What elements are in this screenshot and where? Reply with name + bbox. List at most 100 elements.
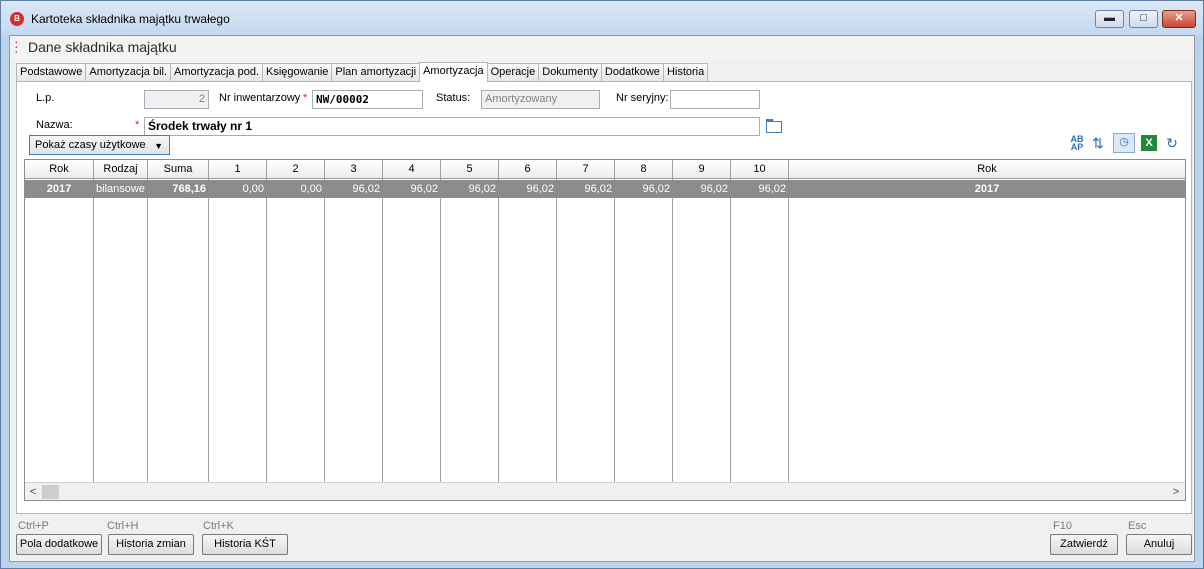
column-divider bbox=[382, 160, 383, 482]
column-header[interactable]: 3 bbox=[325, 160, 382, 179]
scroll-thumb[interactable] bbox=[42, 485, 59, 499]
column-divider bbox=[672, 160, 673, 482]
spellcheck-icon[interactable]: AB AP bbox=[1069, 135, 1085, 152]
column-header[interactable]: 1 bbox=[209, 160, 266, 179]
anuluj-button[interactable]: Anuluj bbox=[1126, 534, 1192, 555]
amortization-grid: Rok Rodzaj Suma 1 2 3 4 5 6 7 8 9 10 Rok bbox=[24, 159, 1186, 501]
cell-month-9: 96,02 bbox=[700, 183, 728, 195]
close-button[interactable]: ✕ bbox=[1162, 10, 1196, 28]
cell-rok-right: 2017 bbox=[974, 183, 1000, 195]
column-header[interactable]: Rok bbox=[789, 160, 1185, 179]
tab-operacje[interactable]: Operacje bbox=[486, 63, 540, 81]
column-divider bbox=[324, 160, 325, 482]
sort-icon[interactable]: ⇅ bbox=[1090, 135, 1106, 151]
drag-handle-icon: · · · bbox=[14, 33, 19, 59]
section-header: · · · Dane składnika majątku bbox=[10, 33, 1194, 60]
cell-month-10: 96,02 bbox=[758, 183, 786, 195]
refresh-icon[interactable]: ↻ bbox=[1164, 135, 1180, 151]
shortcut-hint: Ctrl+P bbox=[18, 520, 49, 532]
chevron-down-icon: ▼ bbox=[154, 141, 163, 151]
section-title: Dane składnika majątku bbox=[28, 39, 177, 55]
cell-month-4: 96,02 bbox=[410, 183, 438, 195]
maximize-button[interactable]: □ bbox=[1129, 10, 1158, 28]
cell-month-5: 96,02 bbox=[468, 183, 496, 195]
cell-suma: 768,16 bbox=[172, 183, 206, 195]
shortcut-hint: Ctrl+K bbox=[203, 520, 234, 532]
tab-strip: Podstawowe Amortyzacja bil. Amortyzacja … bbox=[16, 62, 709, 82]
column-divider bbox=[498, 160, 499, 482]
column-divider bbox=[556, 160, 557, 482]
nr-inwentarzowy-field[interactable]: NW/00002 bbox=[312, 90, 423, 109]
scroll-left-icon[interactable]: < bbox=[25, 483, 41, 500]
column-divider bbox=[788, 160, 789, 482]
column-header[interactable]: 5 bbox=[441, 160, 498, 179]
column-header[interactable]: Suma bbox=[148, 160, 208, 179]
status-field[interactable]: Amortyzowany bbox=[481, 90, 600, 109]
nazwa-field[interactable]: Środek trwały nr 1 bbox=[144, 117, 760, 136]
column-header[interactable]: 10 bbox=[731, 160, 788, 179]
tab-dokumenty[interactable]: Dokumenty bbox=[538, 63, 602, 81]
column-divider bbox=[93, 160, 94, 482]
nr-seryjny-field[interactable] bbox=[670, 90, 760, 109]
view-select[interactable]: Pokaż czasy użytkowe ▼ bbox=[29, 135, 170, 155]
table-row[interactable]: 2017 bilansowe 768,16 0,00 0,00 96,02 96… bbox=[25, 180, 1185, 198]
tab-historia[interactable]: Historia bbox=[662, 63, 709, 81]
required-marker: * bbox=[135, 119, 140, 131]
clock-icon[interactable]: ◷ bbox=[1113, 133, 1135, 153]
column-divider bbox=[614, 160, 615, 482]
nr-seryjny-label: Nr seryjny: bbox=[616, 92, 669, 104]
nr-inwentarzowy-label: Nr inwentarzowy bbox=[219, 92, 301, 104]
column-header[interactable]: Rok bbox=[25, 160, 93, 179]
scroll-right-icon[interactable]: > bbox=[1168, 483, 1184, 500]
window-title: Kartoteka składnika majątku trwałego bbox=[31, 12, 230, 26]
lp-field[interactable]: 2 bbox=[144, 90, 209, 109]
lp-label: L.p. bbox=[36, 92, 55, 104]
column-divider bbox=[208, 160, 209, 482]
horizontal-scrollbar[interactable]: < > bbox=[25, 482, 1185, 500]
column-divider bbox=[266, 160, 267, 482]
app-logo-icon: B bbox=[10, 12, 24, 26]
column-header[interactable]: Rodzaj bbox=[94, 160, 147, 179]
tab-amortyzacja[interactable]: Amortyzacja bbox=[419, 62, 488, 82]
cell-month-3: 96,02 bbox=[352, 183, 380, 195]
minimize-button[interactable]: ▬ bbox=[1095, 10, 1124, 28]
required-marker: * bbox=[303, 92, 308, 104]
cell-rok: 2017 bbox=[46, 183, 72, 195]
column-header[interactable]: 6 bbox=[499, 160, 556, 179]
column-header[interactable]: 9 bbox=[673, 160, 730, 179]
column-header[interactable]: 7 bbox=[557, 160, 614, 179]
cell-month-2: 0,00 bbox=[300, 183, 322, 195]
main-window: B Kartoteka składnika majątku trwałego ▬… bbox=[0, 0, 1204, 569]
close-icon: ✕ bbox=[1174, 12, 1184, 24]
shortcut-hint: Ctrl+H bbox=[107, 520, 139, 532]
cell-month-7: 96,02 bbox=[584, 183, 612, 195]
cell-rodzaj: bilansowe bbox=[96, 183, 145, 195]
tab-plan-amortyzacji[interactable]: Plan amortyzacji bbox=[331, 63, 421, 81]
column-divider bbox=[440, 160, 441, 482]
pola-dodatkowe-button[interactable]: Pola dodatkowe bbox=[16, 534, 102, 555]
tab-amortyzacja-pod[interactable]: Amortyzacja pod. bbox=[170, 63, 263, 81]
title-bar[interactable]: B Kartoteka składnika majątku trwałego ▬… bbox=[1, 1, 1203, 35]
grid-header: Rok Rodzaj Suma 1 2 3 4 5 6 7 8 9 10 Rok bbox=[25, 160, 1185, 179]
historia-zmian-button[interactable]: Historia zmian bbox=[108, 534, 194, 555]
zatwierdz-button[interactable]: Zatwierdź bbox=[1050, 534, 1118, 555]
column-header[interactable]: 8 bbox=[615, 160, 672, 179]
shortcut-hint: F10 bbox=[1053, 520, 1072, 532]
shortcut-hint: Esc bbox=[1128, 520, 1147, 532]
tab-ksiegowanie[interactable]: Księgowanie bbox=[262, 63, 333, 81]
column-divider bbox=[730, 160, 731, 482]
view-select-label: Pokaż czasy użytkowe bbox=[35, 139, 146, 151]
tab-amortyzacja-bil[interactable]: Amortyzacja bil. bbox=[85, 63, 172, 81]
column-header[interactable]: 2 bbox=[267, 160, 324, 179]
ap-text: AP bbox=[1070, 142, 1084, 152]
cell-month-1: 0,00 bbox=[242, 183, 264, 195]
folder-icon[interactable] bbox=[766, 119, 782, 133]
column-header[interactable]: 4 bbox=[383, 160, 440, 179]
historia-kst-button[interactable]: Historia KŚT bbox=[202, 534, 288, 555]
tab-dodatkowe[interactable]: Dodatkowe bbox=[600, 63, 664, 81]
tab-podstawowe[interactable]: Podstawowe bbox=[16, 63, 87, 81]
dialog-body: · · · Dane składnika majątku Podstawowe Am… bbox=[9, 33, 1195, 562]
status-label: Status: bbox=[436, 92, 471, 104]
column-divider bbox=[147, 160, 148, 482]
excel-export-icon[interactable]: X bbox=[1141, 135, 1157, 151]
